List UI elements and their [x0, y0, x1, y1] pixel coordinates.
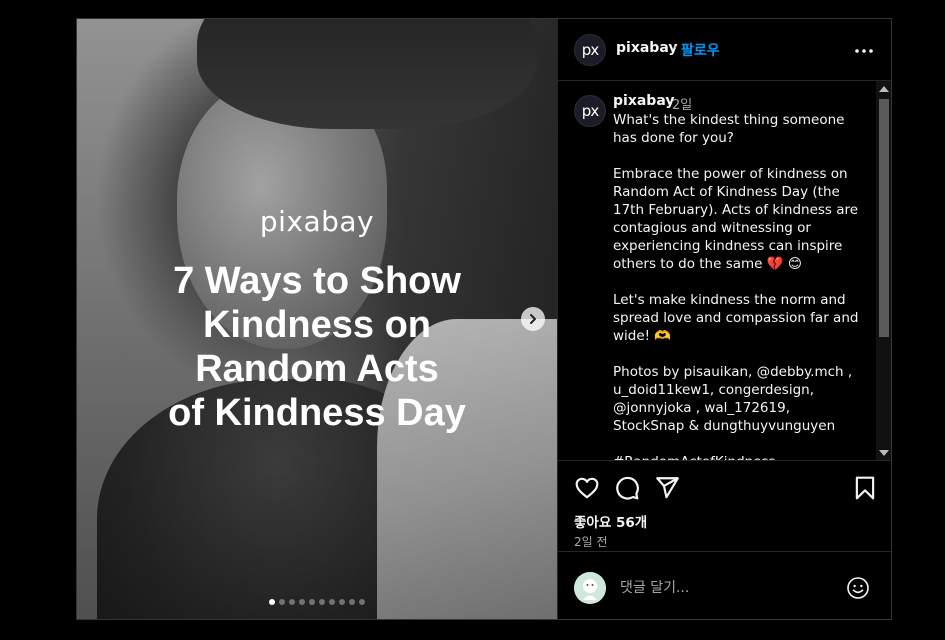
account-username[interactable]: pixabay [616, 40, 677, 56]
slide-dot [289, 599, 295, 605]
more-options-button[interactable] [854, 41, 874, 61]
bookmark-icon[interactable] [852, 475, 878, 501]
avatar-illustration-icon [574, 572, 606, 604]
slide-dot [349, 599, 355, 605]
emoji-icon[interactable] [846, 576, 870, 600]
slide-dot [279, 599, 285, 605]
caption-text: What's the kindest thing someone has don… [613, 112, 859, 460]
share-icon[interactable] [654, 475, 680, 501]
heart-icon[interactable] [574, 475, 600, 501]
scroll-thumb[interactable] [879, 99, 889, 337]
media-headline: 7 Ways to Show Kindness on Random Acts o… [168, 260, 466, 434]
likes-count[interactable]: 좋아요 56개 [574, 511, 647, 531]
scroll-down-arrow[interactable] [879, 450, 889, 456]
slide-dot [339, 599, 345, 605]
slide-indicator [77, 599, 557, 605]
slide-dot [359, 599, 365, 605]
slide-dot [309, 599, 315, 605]
slide-dot [269, 599, 275, 605]
post-side-panel: px pixabay · 팔로우 px pixabay 2일 What's th… [557, 19, 891, 619]
post-date[interactable]: 2일 전 [574, 533, 608, 550]
post-actions: 좋아요 56개 2일 전 [558, 461, 891, 551]
caption-username[interactable]: pixabay [613, 93, 674, 109]
slide-dot [299, 599, 305, 605]
post-media[interactable]: pixabay 7 Ways to Show Kindness on Rando… [77, 19, 557, 619]
chevron-right-icon [530, 314, 536, 324]
more-icon [855, 49, 873, 53]
follow-button[interactable]: 팔로우 [681, 40, 720, 60]
separator: · [673, 40, 678, 56]
account-avatar[interactable]: px [574, 34, 606, 66]
caption-avatar[interactable]: px [574, 95, 606, 127]
next-slide-button[interactable] [521, 307, 545, 331]
media-brand-text: pixabay [259, 205, 375, 238]
comments-section: px pixabay 2일 What's the kindest thing s… [558, 81, 891, 461]
post-modal: pixabay 7 Ways to Show Kindness on Rando… [76, 18, 892, 620]
comment-input[interactable] [618, 574, 842, 602]
slide-dot [319, 599, 325, 605]
user-avatar[interactable] [574, 572, 606, 604]
comment-icon[interactable] [614, 475, 640, 501]
scroll-up-arrow[interactable] [879, 86, 889, 92]
comment-composer [558, 551, 891, 619]
comments-scrollbar[interactable] [876, 81, 891, 460]
post-header: px pixabay · 팔로우 [558, 19, 891, 81]
slide-dot [329, 599, 335, 605]
